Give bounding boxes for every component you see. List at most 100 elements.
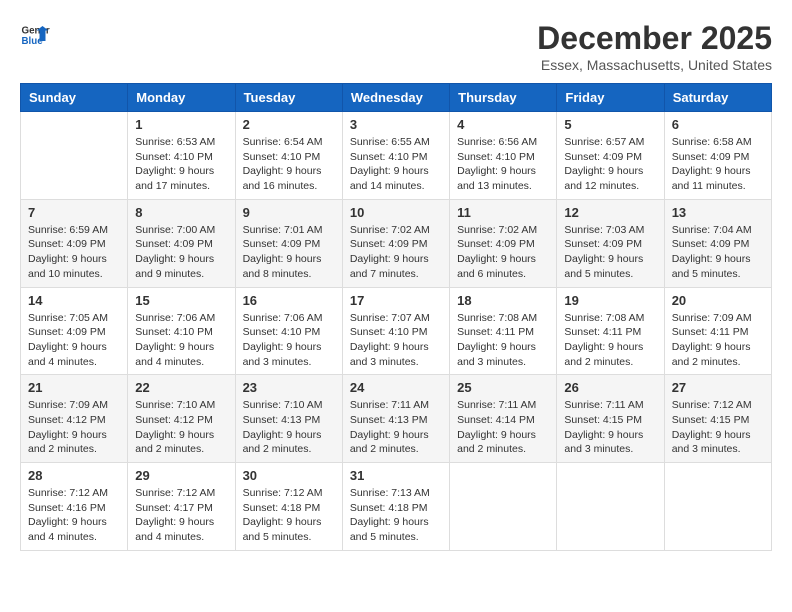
- calendar-cell: 15 Sunrise: 7:06 AMSunset: 4:10 PMDayligh…: [128, 287, 235, 375]
- logo-icon: General Blue: [20, 20, 50, 50]
- calendar-cell: 3 Sunrise: 6:55 AMSunset: 4:10 PMDaylight…: [342, 112, 449, 200]
- calendar-cell: 12 Sunrise: 7:03 AMSunset: 4:09 PMDayligh…: [557, 199, 664, 287]
- calendar-cell: [450, 463, 557, 551]
- calendar-week-4: 21 Sunrise: 7:09 AMSunset: 4:12 PMDayligh…: [21, 375, 772, 463]
- day-number: 25: [457, 380, 549, 395]
- day-info: Sunrise: 7:12 AMSunset: 4:18 PMDaylight:…: [243, 486, 335, 545]
- day-number: 10: [350, 205, 442, 220]
- calendar-cell: 22 Sunrise: 7:10 AMSunset: 4:12 PMDayligh…: [128, 375, 235, 463]
- header-friday: Friday: [557, 84, 664, 112]
- calendar-cell: 1 Sunrise: 6:53 AMSunset: 4:10 PMDaylight…: [128, 112, 235, 200]
- day-number: 16: [243, 293, 335, 308]
- title-area: December 2025 Essex, Massachusetts, Unit…: [537, 20, 772, 73]
- calendar-cell: 25 Sunrise: 7:11 AMSunset: 4:14 PMDayligh…: [450, 375, 557, 463]
- calendar-cell: 4Sunrise: 6:56 AMSunset: 4:10 PMDaylight…: [450, 112, 557, 200]
- calendar-cell: 21 Sunrise: 7:09 AMSunset: 4:12 PMDayligh…: [21, 375, 128, 463]
- day-info: Sunrise: 7:11 AMSunset: 4:13 PMDaylight:…: [350, 398, 442, 457]
- day-number: 11: [457, 205, 549, 220]
- day-info: Sunrise: 6:58 AMSunset: 4:09 PMDaylight:…: [672, 135, 764, 194]
- day-number: 2: [243, 117, 335, 132]
- day-info: Sunrise: 7:03 AMSunset: 4:09 PMDaylight:…: [564, 223, 656, 282]
- day-info: Sunrise: 7:06 AMSunset: 4:10 PMDaylight:…: [135, 311, 227, 370]
- day-info: Sunrise: 7:00 AMSunset: 4:09 PMDaylight:…: [135, 223, 227, 282]
- day-info: Sunrise: 7:12 AMSunset: 4:15 PMDaylight:…: [672, 398, 764, 457]
- day-info: Sunrise: 6:55 AMSunset: 4:10 PMDaylight:…: [350, 135, 442, 194]
- day-number: 28: [28, 468, 120, 483]
- day-info: Sunrise: 7:09 AMSunset: 4:11 PMDaylight:…: [672, 311, 764, 370]
- calendar-cell: 16Sunrise: 7:06 AMSunset: 4:10 PMDayligh…: [235, 287, 342, 375]
- day-info: Sunrise: 7:07 AMSunset: 4:10 PMDaylight:…: [350, 311, 442, 370]
- day-number: 26: [564, 380, 656, 395]
- day-number: 7: [28, 205, 120, 220]
- day-number: 15: [135, 293, 227, 308]
- calendar-cell: 31 Sunrise: 7:13 AMSunset: 4:18 PMDayligh…: [342, 463, 449, 551]
- day-info: Sunrise: 7:08 AMSunset: 4:11 PMDaylight:…: [564, 311, 656, 370]
- calendar-cell: 29 Sunrise: 7:12 AMSunset: 4:17 PMDayligh…: [128, 463, 235, 551]
- calendar-cell: 6 Sunrise: 6:58 AMSunset: 4:09 PMDaylight…: [664, 112, 771, 200]
- day-number: 6: [672, 117, 764, 132]
- day-info: Sunrise: 7:09 AMSunset: 4:12 PMDaylight:…: [28, 398, 120, 457]
- day-number: 9: [243, 205, 335, 220]
- calendar-cell: 2Sunrise: 6:54 AMSunset: 4:10 PMDaylight…: [235, 112, 342, 200]
- day-info: Sunrise: 7:11 AMSunset: 4:14 PMDaylight:…: [457, 398, 549, 457]
- calendar-cell: [557, 463, 664, 551]
- day-number: 3: [350, 117, 442, 132]
- calendar-cell: 27Sunrise: 7:12 AMSunset: 4:15 PMDayligh…: [664, 375, 771, 463]
- day-number: 19: [564, 293, 656, 308]
- calendar-week-3: 14 Sunrise: 7:05 AMSunset: 4:09 PMDayligh…: [21, 287, 772, 375]
- calendar-cell: 26 Sunrise: 7:11 AMSunset: 4:15 PMDayligh…: [557, 375, 664, 463]
- day-number: 23: [243, 380, 335, 395]
- header-thursday: Thursday: [450, 84, 557, 112]
- day-info: Sunrise: 6:57 AMSunset: 4:09 PMDaylight:…: [564, 135, 656, 194]
- calendar-cell: [664, 463, 771, 551]
- calendar-cell: 30 Sunrise: 7:12 AMSunset: 4:18 PMDayligh…: [235, 463, 342, 551]
- calendar-table: SundayMondayTuesdayWednesdayThursdayFrid…: [20, 83, 772, 551]
- day-info: Sunrise: 7:02 AMSunset: 4:09 PMDaylight:…: [350, 223, 442, 282]
- calendar-week-2: 7Sunrise: 6:59 AMSunset: 4:09 PMDaylight…: [21, 199, 772, 287]
- calendar-cell: 8Sunrise: 7:00 AMSunset: 4:09 PMDaylight…: [128, 199, 235, 287]
- svg-text:General: General: [22, 26, 51, 37]
- day-info: Sunrise: 7:13 AMSunset: 4:18 PMDaylight:…: [350, 486, 442, 545]
- day-info: Sunrise: 7:08 AMSunset: 4:11 PMDaylight:…: [457, 311, 549, 370]
- header-sunday: Sunday: [21, 84, 128, 112]
- day-info: Sunrise: 7:10 AMSunset: 4:12 PMDaylight:…: [135, 398, 227, 457]
- day-number: 21: [28, 380, 120, 395]
- day-number: 1: [135, 117, 227, 132]
- day-number: 22: [135, 380, 227, 395]
- calendar-cell: 28 Sunrise: 7:12 AMSunset: 4:16 PMDayligh…: [21, 463, 128, 551]
- calendar-cell: 24 Sunrise: 7:11 AMSunset: 4:13 PMDayligh…: [342, 375, 449, 463]
- day-number: 18: [457, 293, 549, 308]
- calendar-cell: 18 Sunrise: 7:08 AMSunset: 4:11 PMDayligh…: [450, 287, 557, 375]
- calendar-cell: 9 Sunrise: 7:01 AMSunset: 4:09 PMDaylight…: [235, 199, 342, 287]
- day-info: Sunrise: 7:10 AMSunset: 4:13 PMDaylight:…: [243, 398, 335, 457]
- header-saturday: Saturday: [664, 84, 771, 112]
- day-number: 5: [564, 117, 656, 132]
- day-info: Sunrise: 7:12 AMSunset: 4:17 PMDaylight:…: [135, 486, 227, 545]
- page-header: General Blue December 2025 Essex, Massac…: [20, 20, 772, 73]
- header-tuesday: Tuesday: [235, 84, 342, 112]
- day-number: 29: [135, 468, 227, 483]
- header-wednesday: Wednesday: [342, 84, 449, 112]
- calendar-cell: 5 Sunrise: 6:57 AMSunset: 4:09 PMDaylight…: [557, 112, 664, 200]
- day-info: Sunrise: 6:53 AMSunset: 4:10 PMDaylight:…: [135, 135, 227, 194]
- day-info: Sunrise: 7:01 AMSunset: 4:09 PMDaylight:…: [243, 223, 335, 282]
- calendar-cell: 20 Sunrise: 7:09 AMSunset: 4:11 PMDayligh…: [664, 287, 771, 375]
- day-number: 14: [28, 293, 120, 308]
- day-info: Sunrise: 7:02 AMSunset: 4:09 PMDaylight:…: [457, 223, 549, 282]
- calendar-week-5: 28 Sunrise: 7:12 AMSunset: 4:16 PMDayligh…: [21, 463, 772, 551]
- day-number: 12: [564, 205, 656, 220]
- day-info: Sunrise: 7:05 AMSunset: 4:09 PMDaylight:…: [28, 311, 120, 370]
- day-info: Sunrise: 7:12 AMSunset: 4:16 PMDaylight:…: [28, 486, 120, 545]
- calendar-cell: 7Sunrise: 6:59 AMSunset: 4:09 PMDaylight…: [21, 199, 128, 287]
- calendar-cell: [21, 112, 128, 200]
- calendar-header-row: SundayMondayTuesdayWednesdayThursdayFrid…: [21, 84, 772, 112]
- calendar-week-1: 1 Sunrise: 6:53 AMSunset: 4:10 PMDaylight…: [21, 112, 772, 200]
- month-title: December 2025: [537, 20, 772, 57]
- day-number: 31: [350, 468, 442, 483]
- day-number: 20: [672, 293, 764, 308]
- day-number: 24: [350, 380, 442, 395]
- calendar-cell: 10 Sunrise: 7:02 AMSunset: 4:09 PMDayligh…: [342, 199, 449, 287]
- day-info: Sunrise: 7:11 AMSunset: 4:15 PMDaylight:…: [564, 398, 656, 457]
- day-number: 30: [243, 468, 335, 483]
- day-info: Sunrise: 6:56 AMSunset: 4:10 PMDaylight:…: [457, 135, 549, 194]
